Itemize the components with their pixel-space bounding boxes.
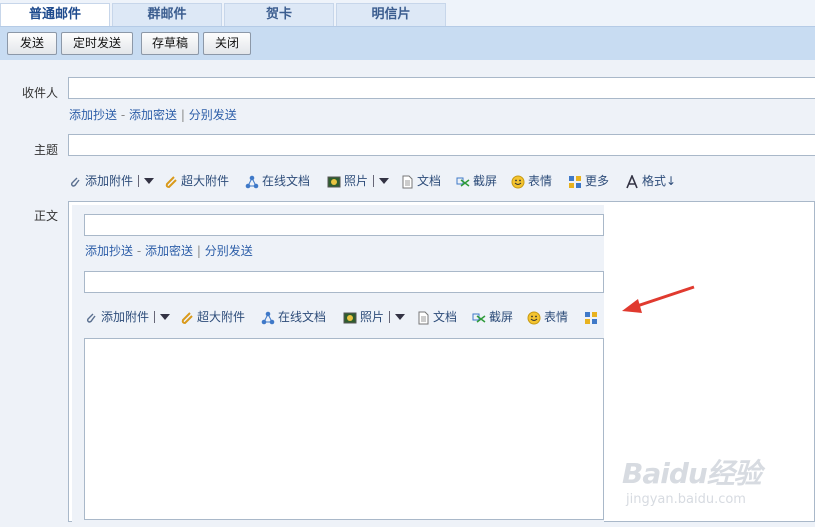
link-separator: | <box>180 108 185 122</box>
online-doc-label: 在线文档 <box>262 174 311 188</box>
format-label: 格式↓ <box>642 174 677 188</box>
grid-icon <box>584 310 598 324</box>
embedded-recipient-links: 添加抄送 - 添加密送 | 分别发送 <box>85 242 253 259</box>
share-nodes-icon <box>245 174 259 189</box>
chevron-down-icon[interactable] <box>144 178 155 184</box>
chevron-down-icon <box>160 314 171 320</box>
smiley-icon <box>511 174 525 189</box>
separator <box>389 311 391 323</box>
online-doc-button[interactable]: 在线文档 <box>245 170 310 192</box>
tab-bar: 普通邮件 群邮件 贺卡 明信片 <box>0 0 815 27</box>
save-draft-button[interactable]: 存草稿 <box>141 32 199 55</box>
recipient-links: 添加抄送 - 添加密送 | 分别发送 <box>69 106 237 123</box>
send-button[interactable]: 发送 <box>7 32 57 55</box>
embedded-add-attachment-label: 添加附件 <box>101 310 150 324</box>
large-attachment-label: 超大附件 <box>181 174 230 188</box>
watermark-url: jingyan.baidu.com <box>626 492 746 507</box>
add-attachment-button[interactable]: 添加附件 <box>68 170 155 192</box>
share-nodes-icon <box>261 310 275 325</box>
paperclip-icon <box>68 174 82 188</box>
emoji-label: 表情 <box>528 174 553 188</box>
document-icon <box>400 174 414 189</box>
more-button[interactable]: 更多 <box>568 170 609 192</box>
document-button[interactable]: 文档 <box>400 170 441 192</box>
document-icon <box>416 310 430 325</box>
tab-normal-mail[interactable]: 普通邮件 <box>0 3 110 27</box>
photo-icon <box>343 310 357 324</box>
large-paperclip-icon <box>164 174 178 189</box>
add-cc-link[interactable]: 添加抄送 <box>69 108 117 122</box>
embedded-online-doc: 在线文档 <box>261 306 326 328</box>
embedded-to-input <box>84 214 604 236</box>
smiley-icon <box>527 310 541 325</box>
close-button[interactable]: 关闭 <box>203 32 251 55</box>
grid-icon <box>568 174 582 188</box>
subject-label: 主题 <box>33 143 58 157</box>
compose-toolbar: 发送 定时发送 存草稿 关闭 <box>0 26 815 60</box>
paperclip-icon <box>84 310 98 324</box>
font-a-icon <box>625 173 639 189</box>
embedded-emoji: 表情 <box>527 306 568 328</box>
chevron-down-icon <box>395 314 406 320</box>
photo-button[interactable]: 照片 <box>327 170 390 192</box>
scissors-icon <box>456 174 470 188</box>
embedded-large-attachment-label: 超大附件 <box>197 310 246 324</box>
document-label: 文档 <box>417 174 442 188</box>
scheduled-send-button[interactable]: 定时发送 <box>61 32 133 55</box>
separator <box>138 175 140 187</box>
link-separator: | <box>196 244 201 258</box>
embedded-add-attachment: 添加附件 <box>84 306 171 328</box>
embedded-photo-label: 照片 <box>360 310 385 324</box>
link-dash: - <box>120 108 126 122</box>
tab-postcard[interactable]: 明信片 <box>336 3 446 26</box>
subject-input[interactable] <box>68 134 815 156</box>
embedded-document-label: 文档 <box>433 310 458 324</box>
add-attachment-label: 添加附件 <box>85 174 134 188</box>
embedded-online-doc-label: 在线文档 <box>278 310 327 324</box>
to-input[interactable] <box>68 77 815 99</box>
tab-group-mail[interactable]: 群邮件 <box>112 3 222 26</box>
attachment-toolbar: 添加附件 超大附件 在线文档 照片 文档 截屏 表情 更多 格式↓ <box>68 170 815 192</box>
large-attachment-button[interactable]: 超大附件 <box>164 170 229 192</box>
embedded-body-editor <box>84 338 604 520</box>
add-bcc-link[interactable]: 添加密送 <box>129 108 177 122</box>
scissors-icon <box>472 310 486 324</box>
photo-icon <box>327 174 341 188</box>
format-button[interactable]: 格式↓ <box>625 170 676 192</box>
more-label: 更多 <box>585 174 610 188</box>
to-label: 收件人 <box>21 86 58 100</box>
large-paperclip-icon <box>180 310 194 325</box>
embedded-emoji-label: 表情 <box>544 310 569 324</box>
embedded-more <box>584 306 598 328</box>
embedded-add-bcc-link: 添加密送 <box>145 244 194 258</box>
embedded-large-attachment: 超大附件 <box>180 306 245 328</box>
screenshot-label: 截屏 <box>473 174 498 188</box>
separator <box>373 175 375 187</box>
watermark: Baidu经验 jingyan.baidu.com <box>622 452 762 507</box>
separator <box>154 311 156 323</box>
embedded-subject-input <box>84 271 604 293</box>
watermark-brand: Baidu经验 <box>622 457 762 490</box>
link-dash: - <box>136 244 142 258</box>
embedded-screenshot-label: 截屏 <box>489 310 514 324</box>
embedded-document: 文档 <box>416 306 457 328</box>
embedded-add-cc-link: 添加抄送 <box>85 244 134 258</box>
embedded-photo: 照片 <box>343 306 406 328</box>
red-arrow-annotation <box>622 285 695 313</box>
embedded-separate-send-link: 分别发送 <box>204 244 253 258</box>
emoji-button[interactable]: 表情 <box>511 170 552 192</box>
separate-send-link[interactable]: 分别发送 <box>189 108 237 122</box>
embedded-attachment-toolbar: 添加附件 超大附件 在线文档 照片 文档 截屏 表情 <box>84 306 604 328</box>
chevron-down-icon[interactable] <box>379 178 390 184</box>
screenshot-button[interactable]: 截屏 <box>456 170 497 192</box>
embedded-screenshot-btn: 截屏 <box>472 306 513 328</box>
photo-label: 照片 <box>344 174 369 188</box>
body-label: 正文 <box>33 209 58 223</box>
tab-greeting-card[interactable]: 贺卡 <box>224 3 334 26</box>
